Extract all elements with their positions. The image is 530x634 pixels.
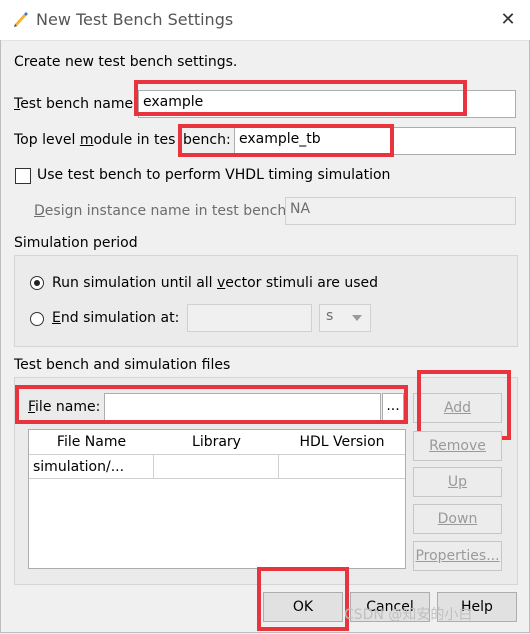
remove-button[interactable]: Remove: [413, 431, 502, 461]
down-button[interactable]: Down: [413, 504, 502, 534]
pencil-icon: [12, 11, 28, 27]
chevron-down-icon: [352, 315, 362, 321]
vhdl-timing-checkbox[interactable]: [15, 168, 31, 184]
highlight-box-test-bench-name: [134, 80, 467, 116]
simulation-period-group: [14, 255, 518, 347]
properties-button[interactable]: Properties...: [413, 541, 502, 571]
highlight-box-top-level-module: [178, 124, 394, 157]
files-section-title: Test bench and simulation files: [14, 357, 231, 373]
table-row-hdl-cell[interactable]: [279, 455, 405, 479]
run-until-stimuli-radio[interactable]: [30, 276, 44, 290]
highlight-box-file-name: [15, 385, 408, 424]
column-header-hdl-version[interactable]: HDL Version: [279, 430, 405, 455]
column-header-library[interactable]: Library: [154, 430, 280, 455]
end-simulation-at-label: End simulation at:: [52, 310, 180, 326]
intro-text: Create new test bench settings.: [14, 54, 238, 70]
table-row-library-cell[interactable]: [154, 455, 279, 479]
column-header-file-name[interactable]: File Name: [29, 430, 155, 455]
design-instance-label: Design instance name in test bench:: [34, 203, 291, 219]
close-icon[interactable]: ✕: [496, 8, 520, 32]
highlight-box-add: [417, 370, 511, 440]
highlight-box-ok: [257, 567, 349, 631]
up-button[interactable]: Up: [413, 467, 502, 497]
end-simulation-time-input: [187, 304, 312, 332]
table-row-file-cell[interactable]: simulation/...: [29, 455, 154, 479]
time-unit-select: s: [319, 304, 371, 332]
run-until-stimuli-label: Run simulation until all vector stimuli …: [52, 275, 379, 291]
top-level-module-label: Top level module in tes: [14, 132, 176, 148]
design-instance-input: NA: [285, 197, 516, 225]
vhdl-timing-label: Use test bench to perform VHDL timing si…: [37, 167, 391, 183]
simulation-period-title: Simulation period: [14, 235, 138, 251]
window-title: New Test Bench Settings: [36, 10, 234, 29]
end-simulation-at-radio[interactable]: [30, 312, 44, 326]
test-bench-name-label: Test bench name:: [14, 96, 138, 112]
watermark: CSDN @知安的小白: [344, 607, 473, 623]
